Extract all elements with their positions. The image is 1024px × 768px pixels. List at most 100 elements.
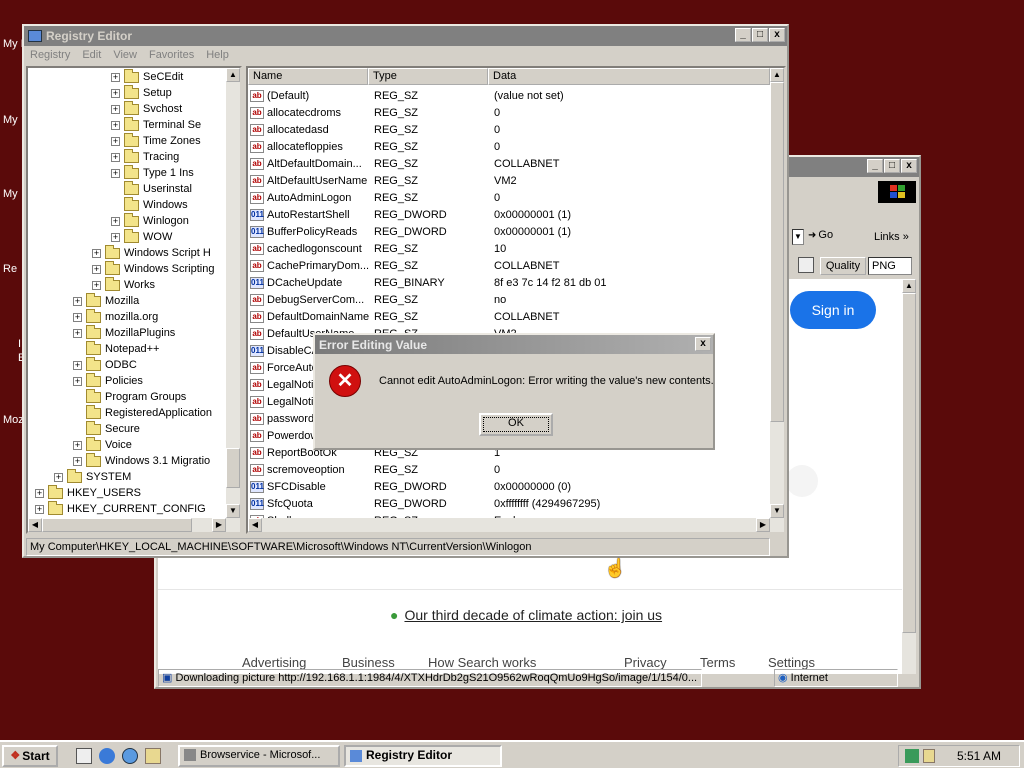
- desktop-icon-label[interactable]: My: [3, 188, 18, 200]
- expand-icon[interactable]: +: [92, 280, 101, 290]
- tree-node[interactable]: + HKEY_CURRENT_CONFIG: [35, 500, 206, 517]
- expand-icon[interactable]: +: [111, 216, 120, 226]
- maximize-button[interactable]: □: [884, 159, 900, 173]
- desktop-icon-label[interactable]: Moz: [3, 414, 24, 426]
- format-select[interactable]: PNG: [868, 257, 912, 275]
- expand-icon[interactable]: +: [111, 88, 120, 98]
- scroll-thumb[interactable]: [902, 293, 916, 633]
- address-dropdown-icon[interactable]: ▼: [792, 229, 804, 245]
- expand-icon[interactable]: +: [73, 360, 82, 370]
- tree-node[interactable]: + mozilla.org: [73, 308, 158, 325]
- tray-app-icon[interactable]: [923, 749, 935, 763]
- regedit-titlebar[interactable]: Registry Editor _ □ x: [24, 26, 787, 46]
- lens-icon[interactable]: [786, 465, 818, 497]
- footer-settings[interactable]: Settings: [768, 655, 815, 670]
- tree-node[interactable]: Windows: [111, 196, 188, 213]
- tree-node[interactable]: + HKEY_USERS: [35, 484, 141, 501]
- tree-node[interactable]: + Windows 3.1 Migratio: [73, 452, 210, 469]
- scroll-up-icon[interactable]: ▲: [902, 279, 916, 293]
- value-row[interactable]: ab (Default) REG_SZ (value not set): [248, 87, 768, 104]
- scroll-left-icon[interactable]: ◀: [28, 518, 42, 532]
- footer-advertising[interactable]: Advertising: [242, 655, 306, 670]
- registry-editor-window[interactable]: Registry Editor _ □ x Registry Edit View…: [22, 24, 789, 558]
- menu-help[interactable]: Help: [206, 49, 229, 61]
- expand-icon[interactable]: +: [35, 488, 44, 498]
- close-button[interactable]: x: [901, 159, 917, 173]
- registry-tree[interactable]: + SeCEdit + Setup + Svchost + Terminal Se + Time …: [26, 66, 242, 534]
- minimize-button[interactable]: _: [867, 159, 883, 173]
- expand-icon[interactable]: +: [111, 232, 120, 242]
- expand-icon[interactable]: +: [111, 136, 120, 146]
- browser-vscroll[interactable]: ▲: [902, 279, 916, 674]
- ie-icon[interactable]: [99, 748, 115, 764]
- scroll-down-icon[interactable]: ▼: [770, 504, 784, 518]
- task-registry-editor[interactable]: Registry Editor: [344, 745, 502, 767]
- expand-icon[interactable]: +: [54, 472, 63, 482]
- scroll-left-icon[interactable]: ◀: [248, 518, 262, 532]
- tree-node[interactable]: + Winlogon: [111, 212, 189, 229]
- tree-vscroll[interactable]: ▲ ▼: [226, 68, 240, 532]
- go-button[interactable]: ➜ Go: [808, 229, 833, 241]
- expand-icon[interactable]: +: [111, 168, 120, 178]
- links-label[interactable]: Links »: [874, 231, 909, 243]
- column-data[interactable]: Data: [488, 68, 770, 85]
- value-row[interactable]: ab AltDefaultUserName REG_SZ VM2: [248, 172, 768, 189]
- tree-node[interactable]: Secure: [73, 420, 140, 437]
- tree-node[interactable]: + ODBC: [73, 356, 137, 373]
- desktop-icon-label[interactable]: I: [18, 338, 21, 350]
- registry-values[interactable]: Name Type Data ab (Default) REG_SZ (value n…: [246, 66, 786, 534]
- tree-node[interactable]: Notepad++: [73, 340, 159, 357]
- tree-node[interactable]: + Svchost: [111, 100, 182, 117]
- value-row[interactable]: ab scremoveoption REG_SZ 0: [248, 461, 768, 478]
- expand-icon[interactable]: +: [73, 440, 82, 450]
- desktop-icon-label[interactable]: My: [3, 114, 18, 126]
- close-button[interactable]: x: [769, 28, 785, 42]
- maximize-button[interactable]: □: [752, 28, 768, 42]
- value-row[interactable]: ab DefaultDomainName REG_SZ COLLABNET: [248, 308, 768, 325]
- values-hscroll[interactable]: ◀ ▶: [248, 518, 770, 532]
- scroll-up-icon[interactable]: ▲: [226, 68, 240, 82]
- tree-node[interactable]: + MozillaPlugins: [73, 324, 175, 341]
- show-desktop-icon[interactable]: [76, 748, 92, 764]
- climate-link[interactable]: ● Our third decade of climate action: jo…: [390, 607, 662, 623]
- column-type[interactable]: Type: [368, 68, 488, 85]
- menu-registry[interactable]: Registry: [30, 49, 70, 61]
- value-row[interactable]: ab cachedlogonscount REG_SZ 10: [248, 240, 768, 257]
- task-browservice[interactable]: Browservice - Microsof...: [178, 745, 340, 767]
- tree-node[interactable]: RegisteredApplication: [73, 404, 212, 421]
- tree-node[interactable]: + Time Zones: [111, 132, 201, 149]
- footer-business[interactable]: Business: [342, 655, 395, 670]
- expand-icon[interactable]: +: [111, 152, 120, 162]
- tree-node[interactable]: + Type 1 Ins: [111, 164, 194, 181]
- tree-node[interactable]: + Mozilla: [73, 292, 139, 309]
- value-row[interactable]: ab allocatedasd REG_SZ 0: [248, 121, 768, 138]
- minimize-button[interactable]: _: [735, 28, 751, 42]
- value-row[interactable]: ab AutoAdminLogon REG_SZ 0: [248, 189, 768, 206]
- scroll-right-icon[interactable]: ▶: [756, 518, 770, 532]
- tree-node[interactable]: + SYSTEM: [54, 468, 131, 485]
- tree-node[interactable]: + Windows Script H: [92, 244, 211, 261]
- value-row[interactable]: ab AltDefaultDomain... REG_SZ COLLABNET: [248, 155, 768, 172]
- clipboard-icon[interactable]: [798, 257, 814, 273]
- expand-icon[interactable]: +: [92, 248, 101, 258]
- tree-node[interactable]: + Windows Scripting: [92, 260, 214, 277]
- tree-node[interactable]: + WOW: [111, 228, 172, 245]
- tree-node[interactable]: Program Groups: [73, 388, 186, 405]
- tree-node[interactable]: Userinstal: [111, 180, 192, 197]
- scroll-thumb[interactable]: [42, 518, 192, 532]
- value-row[interactable]: 011 SfcQuota REG_DWORD 0xffffffff (42949672…: [248, 495, 768, 512]
- clock[interactable]: 5:51 AM: [957, 749, 1001, 763]
- explorer-icon[interactable]: [145, 748, 161, 764]
- network-icon[interactable]: [905, 749, 919, 763]
- expand-icon[interactable]: +: [111, 104, 120, 114]
- value-row[interactable]: ab CachePrimaryDom... REG_SZ COLLABNET: [248, 257, 768, 274]
- expand-icon[interactable]: +: [35, 504, 44, 514]
- dialog-titlebar[interactable]: Error Editing Value x: [315, 335, 713, 354]
- ok-button[interactable]: OK: [479, 413, 553, 436]
- expand-icon[interactable]: +: [73, 296, 82, 306]
- scroll-right-icon[interactable]: ▶: [212, 518, 226, 532]
- expand-icon[interactable]: +: [92, 264, 101, 274]
- scroll-thumb[interactable]: [226, 448, 240, 488]
- expand-icon[interactable]: +: [111, 120, 120, 130]
- menu-favorites[interactable]: Favorites: [149, 49, 194, 61]
